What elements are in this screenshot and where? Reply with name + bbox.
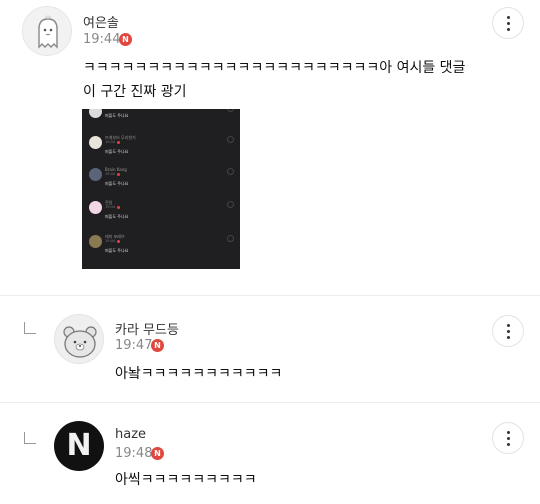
avatar	[89, 136, 102, 149]
reply-arrow-icon	[24, 322, 36, 334]
ghost-avatar-icon	[38, 15, 58, 49]
avatar[interactable]	[54, 314, 104, 364]
dot	[506, 21, 510, 25]
avatar	[89, 201, 102, 214]
attached-image-text: 퍼플도 주나요	[105, 149, 129, 154]
attached-image-text: 퍼플도 주나요	[105, 214, 129, 219]
attached-image-time: 19:44	[105, 140, 116, 144]
new-dot-icon	[117, 173, 120, 176]
attached-image-row: 전일 19:44 퍼플도 주나요	[82, 199, 240, 229]
reply-arrow-icon	[24, 432, 36, 444]
attached-image-text: 퍼플도 주나요	[105, 248, 129, 253]
comment-text-line: ㅋㅋㅋㅋㅋㅋㅋㅋㅋㅋㅋㅋㅋㅋㅋㅋㅋㅋㅋㅋㅋㅋㅋ아 여시들 댓글	[83, 60, 466, 76]
comment-text: ㅋㅋㅋㅋㅋㅋㅋㅋㅋㅋㅋㅋㅋㅋㅋㅋㅋㅋㅋㅋㅋㅋㅋ아 여시들 댓글 이 구간 진짜 …	[83, 56, 523, 104]
dot	[506, 430, 510, 434]
comment-time: 19:44	[83, 32, 121, 47]
new-dot-icon	[117, 240, 120, 243]
avatar	[89, 235, 102, 248]
avatar-letter: N	[66, 428, 92, 463]
new-badge-icon: N	[151, 447, 164, 460]
comment-author[interactable]: 여은솔	[83, 12, 119, 31]
more-options-button[interactable]	[492, 315, 524, 347]
dot	[506, 442, 510, 446]
reply-item: 카라 무드등 19:47 N 아놬ㅋㅋㅋㅋㅋㅋㅋㅋㅋㅋㅋ	[0, 296, 540, 402]
attached-image-row: 뜨개부터 무리한거 19:44 퍼플도 주나요	[82, 134, 240, 164]
more-options-icon	[227, 235, 234, 242]
avatar	[89, 109, 102, 118]
attached-image-time: 19:44	[105, 172, 116, 176]
dot	[506, 323, 510, 327]
comment-text-line: 이 구간 진짜 광기	[83, 84, 187, 100]
dot	[506, 329, 510, 333]
more-options-icon	[227, 109, 234, 112]
avatar	[89, 168, 102, 181]
reply-item: N haze 19:48 N 아씩ㅋㅋㅋㅋㅋㅋㅋㅋㅋ	[0, 403, 540, 504]
more-options-button[interactable]	[492, 422, 524, 454]
dot	[506, 436, 510, 440]
new-dot-icon	[117, 141, 120, 144]
attached-image[interactable]: 퍼플도 주나요 뜨개부터 무리한거 19:44 퍼플도 주나요 Brain Ka…	[82, 109, 240, 269]
comment-text: 아놬ㅋㅋㅋㅋㅋㅋㅋㅋㅋㅋㅋ	[115, 366, 283, 382]
comment-text: 아씩ㅋㅋㅋㅋㅋㅋㅋㅋㅋ	[115, 472, 257, 488]
avatar[interactable]: N	[54, 421, 104, 471]
attached-image-row: 퍼플도 주나요	[82, 109, 240, 133]
bear-avatar-icon	[63, 326, 97, 358]
comment-item: 여은솔 19:44 N ㅋㅋㅋㅋㅋㅋㅋㅋㅋㅋㅋㅋㅋㅋㅋㅋㅋㅋㅋㅋㅋㅋㅋ아 여시들…	[0, 0, 540, 295]
new-badge-icon: N	[151, 339, 164, 352]
attached-image-time: 19:44	[105, 239, 116, 243]
comment-author[interactable]: 카라 무드등	[115, 319, 179, 338]
avatar[interactable]	[22, 6, 72, 56]
new-badge-icon: N	[119, 33, 132, 46]
more-options-icon	[227, 201, 234, 208]
attached-image-text: 퍼플도 주나요	[105, 113, 129, 118]
attached-image-time: 19:44	[105, 205, 116, 209]
new-dot-icon	[117, 206, 120, 209]
more-options-icon	[227, 168, 234, 175]
attached-image-row: 태미 포레브 19:44 퍼플도 주나요	[82, 233, 240, 263]
attached-image-text: 퍼플도 주나요	[105, 181, 129, 186]
comment-time: 19:48	[115, 446, 153, 461]
more-options-button[interactable]	[492, 7, 524, 39]
dot	[506, 27, 510, 31]
dot	[506, 15, 510, 19]
more-options-icon	[227, 136, 234, 143]
comment-time: 19:47	[115, 338, 153, 353]
attached-image-row: Brain Kang 19:44 퍼플도 주나요	[82, 166, 240, 196]
dot	[506, 335, 510, 339]
comment-author[interactable]: haze	[115, 427, 146, 442]
